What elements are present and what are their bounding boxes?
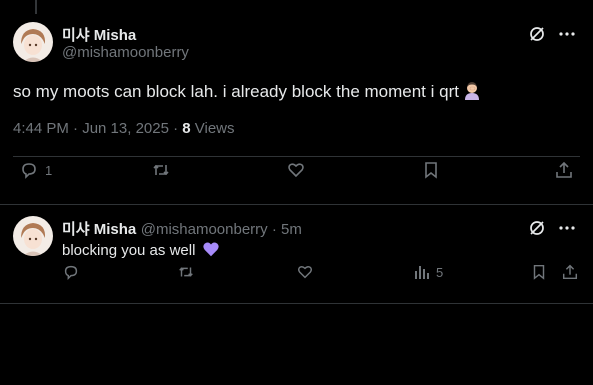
avatar[interactable] [13, 22, 53, 62]
author-name[interactable]: 미샤 Misha [62, 221, 136, 238]
bookmark-icon [421, 160, 441, 180]
thread-connector-line [35, 0, 37, 14]
purple-heart-emoji [202, 240, 220, 262]
avatar[interactable] [13, 216, 53, 256]
reply-count: 1 [45, 162, 53, 178]
tweet-text-content: so my moots can block lah. i already blo… [13, 82, 459, 101]
person-facepalming-emoji [462, 80, 482, 105]
separator: · [267, 221, 282, 238]
more-icon[interactable] [557, 24, 577, 44]
share-button[interactable] [554, 160, 574, 180]
reply-text-content: blocking you as well [62, 242, 196, 259]
retweet-icon [177, 263, 195, 281]
more-icon[interactable] [557, 218, 577, 238]
tweet-meta: 4:44 PM · Jun 13, 2025 · 8 Views [13, 120, 235, 137]
views-count: 5 [436, 264, 444, 280]
bookmark-button[interactable] [421, 160, 441, 180]
like-button[interactable] [286, 160, 306, 180]
reply-header: 미샤 Misha @mishamoonberry · 5m [62, 218, 302, 239]
share-icon [554, 160, 574, 180]
views-label: Views [190, 120, 235, 137]
like-button[interactable] [296, 263, 314, 281]
grok-icon[interactable] [527, 24, 547, 44]
retweet-button[interactable] [177, 263, 195, 281]
grok-icon[interactable] [527, 218, 547, 238]
author-handle[interactable]: @mishamoonberry [141, 221, 268, 238]
views-button[interactable]: 5 [414, 264, 443, 280]
reply-icon [62, 263, 80, 281]
reply-icon [19, 160, 39, 180]
tweet-age[interactable]: 5m [281, 221, 302, 238]
views-count: 8 [182, 120, 191, 137]
bookmark-icon [530, 263, 548, 281]
bookmark-button[interactable] [530, 263, 548, 281]
like-icon [286, 160, 306, 180]
author-name[interactable]: 미샤 Misha [62, 24, 136, 45]
reply-button[interactable] [62, 263, 80, 281]
share-icon [561, 263, 579, 281]
reply-text: blocking you as well [62, 240, 220, 262]
author-handle[interactable]: @mishamoonberry [62, 44, 189, 61]
tweet-timestamp[interactable]: 4:44 PM · Jun 13, 2025 · [13, 120, 182, 137]
divider [0, 204, 593, 205]
reply-button[interactable]: 1 [19, 160, 52, 180]
tweet-text: so my moots can block lah. i already blo… [13, 80, 482, 105]
like-icon [296, 263, 314, 281]
retweet-icon [151, 160, 171, 180]
analytics-icon [414, 264, 430, 280]
share-button[interactable] [561, 263, 579, 281]
divider [13, 156, 580, 157]
divider [0, 303, 593, 304]
retweet-button[interactable] [151, 160, 171, 180]
